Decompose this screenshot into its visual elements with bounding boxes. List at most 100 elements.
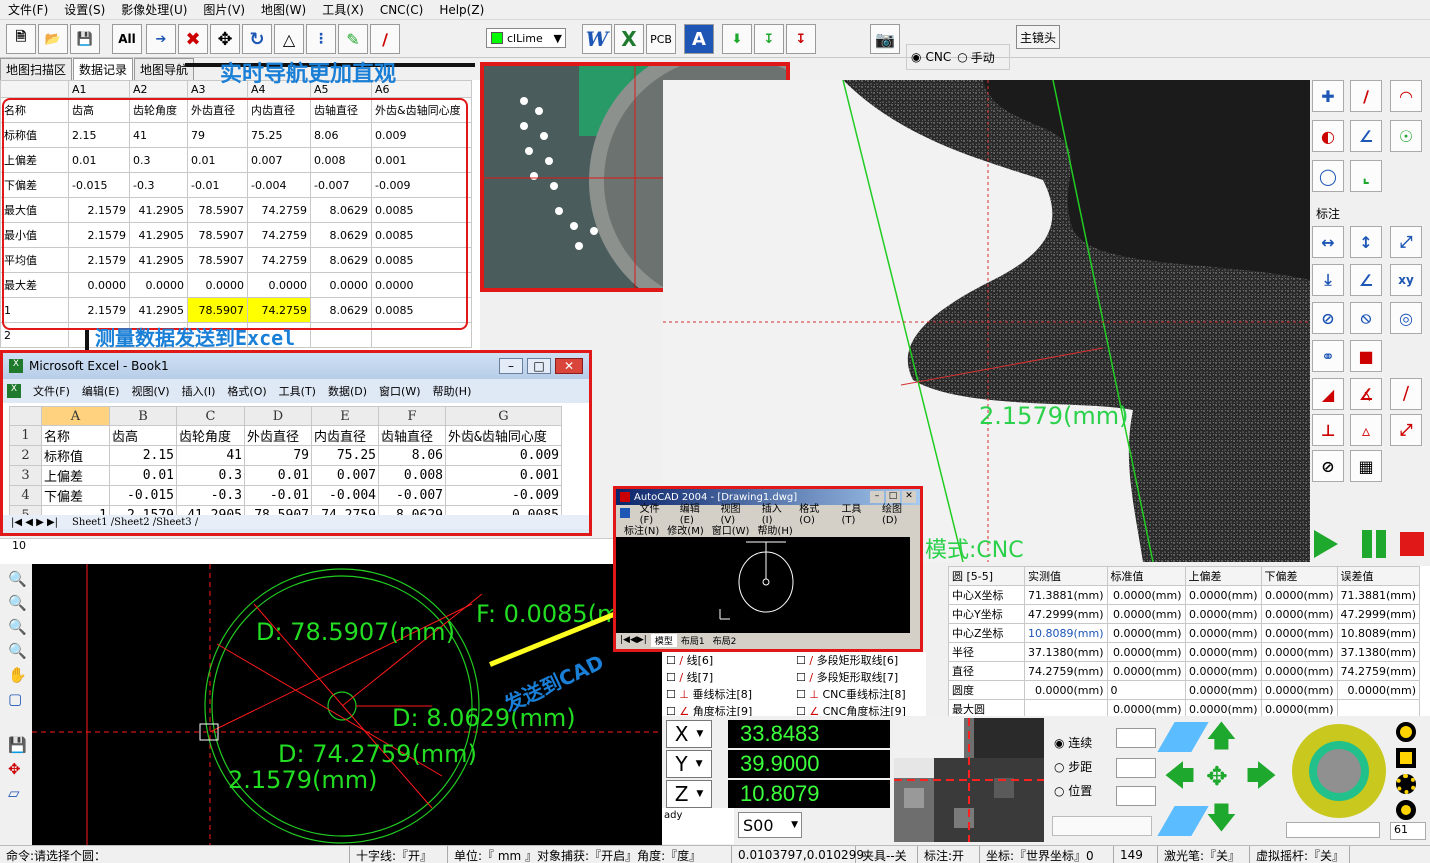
- cad-scrollbar[interactable]: [910, 537, 920, 633]
- result-row[interactable]: 中心X坐标 71.3881(mm) 0.0000(mm) 0.0000(mm) 0.00…: [948, 585, 1421, 605]
- delete-x-icon[interactable]: ✖: [178, 24, 208, 54]
- vertical-dim-icon[interactable]: ↕: [1350, 226, 1382, 258]
- select-all-button[interactable]: All: [112, 24, 142, 54]
- stop-icon[interactable]: [1400, 532, 1424, 556]
- excel-cell[interactable]: 0.01: [244, 465, 312, 486]
- angle-icon[interactable]: ∠: [1350, 120, 1382, 152]
- excel-col-header[interactable]: F: [378, 406, 446, 426]
- move-origin-icon[interactable]: ✥: [8, 760, 32, 778]
- excel-cell[interactable]: 75.25: [311, 445, 379, 466]
- tab-map-nav[interactable]: 地图导航: [134, 58, 195, 80]
- triangle-icon[interactable]: ▵: [1350, 414, 1382, 446]
- pause-icon[interactable]: [1362, 530, 1372, 558]
- pcb-button[interactable]: PCB: [646, 24, 676, 54]
- menu-settings[interactable]: 设置(S): [56, 1, 113, 18]
- new-file-icon[interactable]: 🗎: [6, 24, 36, 54]
- step-input-2[interactable]: [1116, 758, 1156, 778]
- tool-item[interactable]: ☐ ∕ 多段矩形取线[7]: [796, 669, 926, 686]
- excel-row-header[interactable]: 5: [9, 505, 42, 515]
- coordinate-icon[interactable]: ⌞: [1350, 160, 1382, 192]
- speed-select[interactable]: S00 ▼: [738, 812, 802, 838]
- result-row[interactable]: 最大圆 0.0000(mm) 0.0000(mm) 0.0000(mm): [948, 699, 1421, 716]
- select-arrow-icon[interactable]: ➔: [146, 24, 176, 54]
- arrow-up-icon[interactable]: 🡅: [1206, 722, 1237, 752]
- excel-cell[interactable]: -0.004: [311, 485, 379, 506]
- radio-cnc-checked[interactable]: ◉: [911, 50, 921, 64]
- arrow-down-icon[interactable]: 🡇: [1206, 804, 1237, 834]
- menu-file[interactable]: 文件(F): [0, 1, 56, 18]
- excel-cell[interactable]: 74.2759: [311, 505, 379, 515]
- hatch-line-icon[interactable]: ⧸: [1390, 378, 1422, 410]
- tab-data-record[interactable]: 数据记录: [73, 58, 134, 80]
- color-select[interactable]: clLime ▼: [486, 28, 566, 48]
- two-circles-icon[interactable]: ⚭: [1312, 340, 1344, 372]
- arrow-right-icon[interactable]: 🡆: [1246, 762, 1277, 792]
- rotate-icon[interactable]: ↻: [242, 24, 272, 54]
- radio-step[interactable]: ○ 步距: [1054, 758, 1092, 775]
- excel-cell[interactable]: 0.001: [445, 465, 562, 486]
- excel-cell[interactable]: 0.01: [109, 465, 177, 486]
- excel-cell[interactable]: 下偏差: [41, 485, 110, 506]
- excel-cell[interactable]: 0.009: [445, 445, 562, 466]
- tab-map-scan[interactable]: 地图扫描区: [0, 58, 73, 80]
- word-export-icon[interactable]: W: [582, 24, 612, 54]
- circle-center-icon[interactable]: ☉: [1390, 120, 1422, 152]
- save-icon[interactable]: 💾: [70, 24, 100, 54]
- angle-d-icon[interactable]: ∡: [1350, 378, 1382, 410]
- cad-tab-layout2[interactable]: 布局2: [709, 634, 741, 647]
- excel-col-header[interactable]: B: [109, 406, 177, 426]
- excel-cell[interactable]: -0.009: [445, 485, 562, 506]
- laser-icon[interactable]: ↧: [786, 24, 816, 54]
- result-row[interactable]: 半径 37.1380(mm) 0.0000(mm) 0.0000(mm) 0.0000(…: [948, 642, 1421, 662]
- tool-item[interactable]: ☐ ∕ 线[7]: [666, 669, 796, 686]
- radio-position[interactable]: ○ 位置: [1054, 782, 1092, 799]
- angle-dim-icon[interactable]: ∠: [1350, 264, 1382, 296]
- crosshair-point-icon[interactable]: ✚: [1312, 80, 1344, 112]
- excel-row-header[interactable]: 2: [9, 445, 42, 466]
- line-icon[interactable]: ∕: [1350, 80, 1382, 112]
- excel-cell[interactable]: 0.0085: [445, 505, 562, 515]
- excel-menu-file[interactable]: 文件(F): [27, 383, 76, 399]
- excel-cell[interactable]: -0.01: [244, 485, 312, 506]
- excel-menu-edit[interactable]: 编辑(E): [76, 383, 126, 399]
- run-icon[interactable]: [1314, 530, 1338, 558]
- baseline-dim-icon[interactable]: ⤓: [1312, 264, 1344, 296]
- zoom-window-icon[interactable]: 🔍: [8, 570, 32, 588]
- plane-icon[interactable]: ▱: [8, 784, 32, 802]
- menu-cnc[interactable]: CNC(C): [372, 3, 431, 17]
- axis-z-select[interactable]: Z ▼: [666, 780, 712, 808]
- sheet-nav-icon[interactable]: |◀ ◀ ▶ ▶|: [11, 517, 58, 528]
- excel-menu-tools[interactable]: 工具(T): [273, 383, 322, 399]
- box-dim-icon[interactable]: ■: [1350, 340, 1382, 372]
- cad-menu-format[interactable]: 格式(O): [795, 500, 837, 526]
- excel-export-icon[interactable]: X: [614, 24, 644, 54]
- result-row[interactable]: 圆度 0.0000(mm) 0 0.0000(mm) 0.0000(mm) 0.0000(…: [948, 680, 1421, 700]
- cad-menu-help[interactable]: 帮助(H): [753, 522, 796, 537]
- excel-cell[interactable]: 齿高: [109, 425, 177, 446]
- excel-menu-help[interactable]: 帮助(H): [427, 383, 478, 399]
- cross-arrows-icon[interactable]: ⤢: [1390, 414, 1422, 446]
- tool-item[interactable]: ☐ ∕ 多段矩形取线[6]: [796, 652, 926, 669]
- cad-menu-window[interactable]: 窗口(W): [708, 522, 754, 537]
- line-tool-icon[interactable]: ∕: [370, 24, 400, 54]
- excel-cell[interactable]: 79: [244, 445, 312, 466]
- edit-icon[interactable]: ✎: [338, 24, 368, 54]
- result-row[interactable]: 中心Y坐标 47.2999(mm) 0.0000(mm) 0.0000(mm) 0.00…: [948, 604, 1421, 624]
- home-center-icon[interactable]: ✥: [1206, 762, 1228, 792]
- excel-col-header[interactable]: C: [176, 406, 245, 426]
- xy-dim-icon[interactable]: xy: [1390, 264, 1422, 296]
- speed-slider[interactable]: [1052, 816, 1152, 836]
- concentric-dim-icon[interactable]: ◎: [1390, 302, 1422, 334]
- excel-cell[interactable]: 41.2905: [176, 505, 245, 515]
- radius-dim-icon[interactable]: ⊘: [1312, 302, 1344, 334]
- excel-cell[interactable]: 8.06: [378, 445, 446, 466]
- slope-icon[interactable]: ◢: [1312, 378, 1344, 410]
- z-up-plane-icon[interactable]: [1157, 722, 1209, 752]
- excel-cell[interactable]: -0.3: [176, 485, 245, 506]
- arc-icon[interactable]: ◠: [1390, 80, 1422, 112]
- light-coax-icon[interactable]: [1396, 748, 1416, 768]
- aligned-dim-icon[interactable]: ⤢: [1390, 226, 1422, 258]
- mirror-icon[interactable]: △: [274, 24, 304, 54]
- open-folder-icon[interactable]: 📂: [38, 24, 68, 54]
- excel-cell[interactable]: 名称: [41, 425, 110, 446]
